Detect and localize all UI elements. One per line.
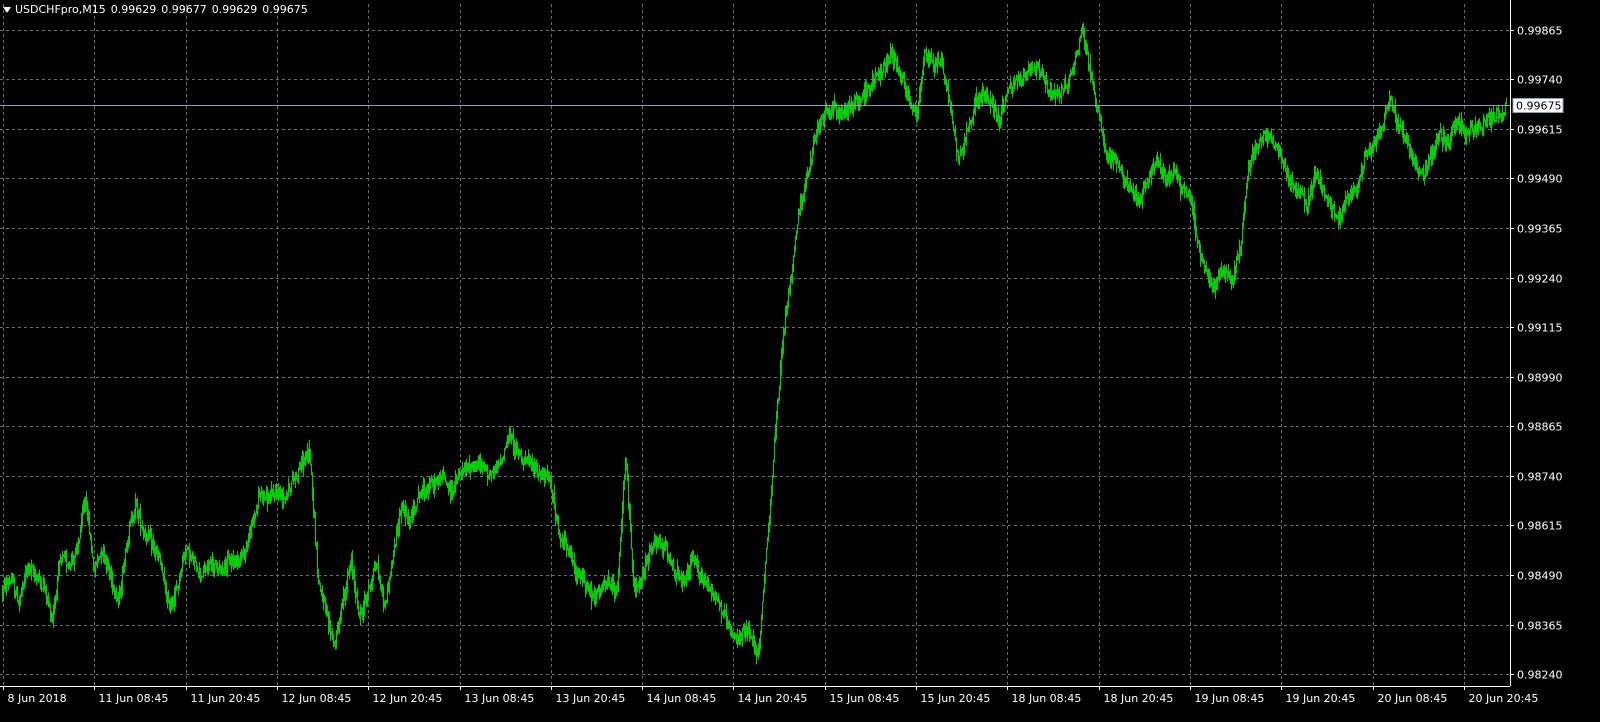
- x-tick-label: 11 Jun 08:45: [99, 692, 169, 705]
- low-value: 0.99629: [211, 3, 258, 16]
- y-tick-label: 0.99240: [1517, 273, 1563, 286]
- x-tick-label: 14 Jun 08:45: [647, 692, 717, 705]
- x-tick-label: 13 Jun 08:45: [465, 692, 535, 705]
- x-tick-label: 12 Jun 08:45: [282, 692, 352, 705]
- y-tick-label: 0.98740: [1517, 471, 1563, 484]
- x-tick-label: 8 Jun 2018: [8, 692, 67, 705]
- current-price-label: 0.99675: [1516, 100, 1562, 113]
- y-tick-label: 0.98615: [1517, 520, 1563, 533]
- x-tick-label: 15 Jun 08:45: [830, 692, 900, 705]
- price-bars: [2, 22, 1507, 665]
- y-tick-label: 0.98990: [1517, 372, 1563, 385]
- x-tick-label: 12 Jun 20:45: [373, 692, 443, 705]
- y-tick-label: 0.99740: [1517, 74, 1563, 87]
- y-tick-label: 0.99865: [1517, 25, 1563, 38]
- open-value: 0.99629: [110, 3, 157, 16]
- y-tick-label: 0.99615: [1517, 124, 1563, 137]
- y-tick-label: 0.99490: [1517, 173, 1563, 186]
- y-tick-label: 0.98240: [1517, 669, 1563, 682]
- grid: [0, 4, 1510, 686]
- y-tick-label: 0.98490: [1517, 570, 1563, 583]
- x-tick-label: 15 Jun 20:45: [921, 692, 991, 705]
- dropdown-arrow-icon[interactable]: [3, 6, 11, 13]
- x-tick-label: 18 Jun 20:45: [1104, 692, 1174, 705]
- y-tick-label: 0.98865: [1517, 421, 1563, 434]
- x-tick-label: 19 Jun 20:45: [1286, 692, 1356, 705]
- symbol-header: USDCHFpro,M15 0.99629 0.99677 0.99629 0.…: [3, 3, 308, 16]
- x-tick-label: 18 Jun 08:45: [1012, 692, 1082, 705]
- y-tick-label: 0.99115: [1517, 322, 1563, 335]
- y-tick-label: 0.98365: [1517, 620, 1563, 633]
- x-tick-label: 11 Jun 20:45: [191, 692, 261, 705]
- symbol-name: USDCHFpro,M15: [15, 3, 106, 16]
- x-tick-label: 19 Jun 08:45: [1195, 692, 1265, 705]
- x-tick-label: 20 Jun 20:45: [1469, 692, 1539, 705]
- close-value: 0.99675: [262, 3, 308, 16]
- x-tick-label: 13 Jun 20:45: [556, 692, 626, 705]
- y-tick-label: 0.99365: [1517, 223, 1563, 236]
- high-value: 0.99677: [161, 3, 207, 16]
- x-tick-label: 14 Jun 20:45: [738, 692, 808, 705]
- price-chart[interactable]: 0.99865 0.99740 0.99615 0.99490 0.99365 0.992…: [0, 0, 1600, 722]
- chart-window[interactable]: 0.99865 0.99740 0.99615 0.99490 0.99365 0.992…: [0, 0, 1600, 722]
- x-tick-label: 20 Jun 08:45: [1378, 692, 1448, 705]
